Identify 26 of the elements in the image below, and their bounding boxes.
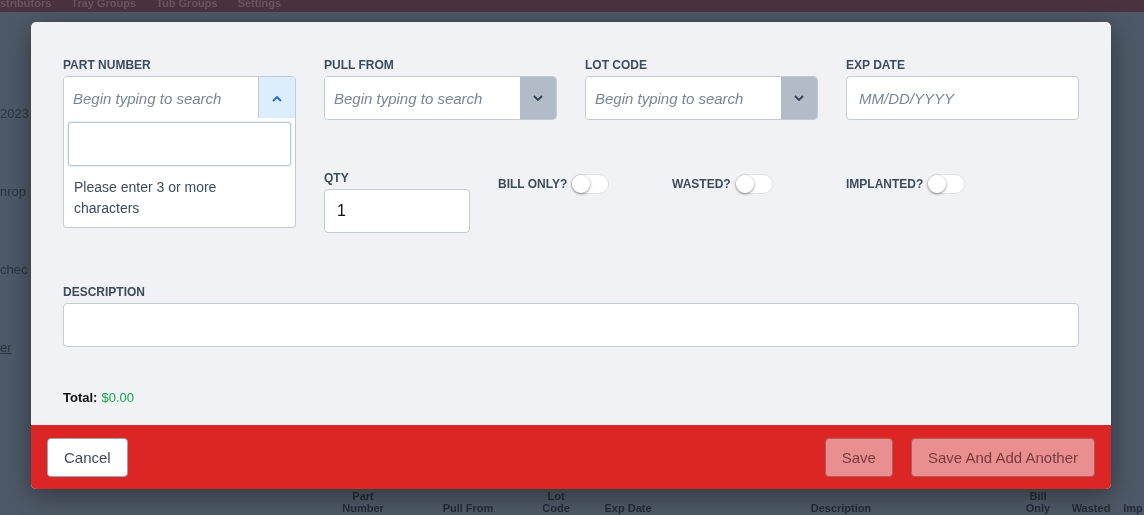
caret-icon	[533, 94, 543, 102]
total-label: Total:	[63, 390, 98, 405]
date-field[interactable]: MM/DD/YYYY	[846, 76, 1079, 120]
search-select[interactable]: Begin typing to search	[324, 76, 557, 120]
qty-field[interactable]: 1	[324, 189, 470, 233]
field-label: DESCRIPTION	[63, 285, 146, 299]
field-label: LOT CODE	[585, 58, 648, 72]
dropdown-search-field[interactable]	[68, 122, 291, 166]
toggle-switch[interactable]	[571, 174, 610, 194]
caret-icon	[794, 94, 804, 102]
search-select[interactable]: Begin typing to search	[63, 76, 296, 120]
description-field[interactable]	[63, 303, 1079, 347]
toggle-label: IMPLANTED?	[846, 176, 924, 193]
toggle-label: WASTED?	[672, 176, 731, 193]
field-label: EXP DATE	[846, 58, 906, 72]
total-value: $0.00	[101, 390, 134, 405]
dropdown-message: Please enter 3 or more characters	[73, 178, 218, 218]
toggle-switch[interactable]	[734, 174, 773, 194]
caret-icon	[272, 94, 282, 102]
field-label: PULL FROM	[324, 58, 395, 72]
toggle-switch[interactable]	[927, 174, 966, 194]
field-label: QTY	[324, 171, 350, 185]
cancel-button[interactable]: Cancel	[47, 437, 128, 477]
field-label: PART NUMBER	[63, 58, 152, 72]
search-select[interactable]: Begin typing to search	[585, 76, 818, 120]
toggle-label: BILL ONLY?	[498, 176, 568, 193]
